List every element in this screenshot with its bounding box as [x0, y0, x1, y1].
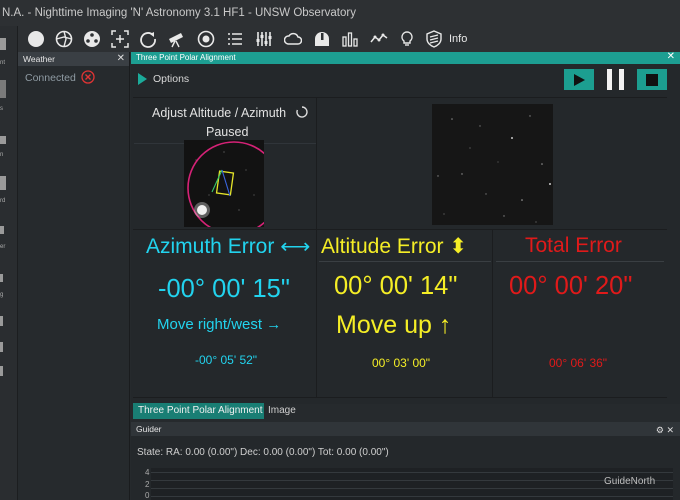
azimuth-error-title: Azimuth Error ⟷: [146, 235, 311, 258]
focuser-icon[interactable]: [82, 29, 102, 49]
weather-panel-title: Weather: [23, 54, 55, 64]
divider: [316, 98, 317, 397]
graph-y-tick: 4: [145, 468, 150, 477]
tab-three-point-polar-alignment[interactable]: Three Point Polar Alignment: [133, 403, 264, 419]
stop-button[interactable]: [637, 69, 667, 90]
flat-panel-icon[interactable]: [397, 29, 417, 49]
toolbar: [18, 26, 680, 52]
nav-icon[interactable]: [0, 136, 6, 144]
expand-options-icon[interactable]: [138, 73, 147, 85]
nav-icon[interactable]: [0, 342, 3, 352]
nav-icon[interactable]: [0, 274, 3, 282]
pause-icon: [607, 69, 624, 90]
sequencer-icon[interactable]: [225, 29, 245, 49]
azimuth-error-value: -00° 00' 15": [158, 275, 290, 303]
nav-label: rd: [0, 198, 6, 204]
altitude-total-error: 00° 03' 00": [372, 356, 431, 370]
nav-label: nt: [0, 60, 6, 66]
altitude-error-title: Altitude Error ⬍: [321, 235, 467, 258]
dome-icon[interactable]: [312, 29, 332, 49]
divider: [319, 261, 491, 262]
nav-label: n: [0, 152, 4, 158]
azimuth-total-error: -00° 05' 52": [195, 353, 258, 367]
guider-title: Guider: [136, 424, 162, 434]
nav-icon[interactable]: [0, 38, 6, 50]
guider-state: State: RA: 0.00 (0.00") Dec: 0.00 (0.00"…: [137, 447, 389, 458]
camera-icon[interactable]: [26, 29, 46, 49]
window-title: N.A. - Nighttime Imaging 'N' Astronomy 3…: [0, 0, 680, 26]
pause-button[interactable]: [601, 69, 631, 90]
weather-panel-header: Weather ✕: [18, 52, 129, 66]
guider-graph: [151, 468, 673, 500]
nav-icon[interactable]: [0, 366, 3, 376]
polar-alignment-header: Three Point Polar Alignment ✕: [131, 51, 680, 64]
divider: [133, 229, 667, 230]
weather-panel: Weather ✕ Connected: [18, 52, 130, 500]
alignment-thumbnail-image: [184, 140, 264, 227]
polar-alignment-panel: Three Point Polar Alignment ✕ Options: [131, 51, 680, 404]
nav-label: er: [0, 244, 6, 250]
nav-icon[interactable]: [0, 226, 4, 234]
settings-icon[interactable]: ⚙: [656, 425, 664, 435]
connection-status: Connected: [25, 72, 76, 84]
graph-y-tick: 0: [145, 491, 150, 500]
info-tab[interactable]: Info: [449, 33, 467, 45]
play-icon: [574, 73, 585, 86]
total-error-title: Total Error: [525, 234, 622, 257]
total-error-value: 00° 00' 20": [509, 272, 633, 300]
close-icon[interactable]: ✕: [666, 425, 674, 435]
graph-gridline: [151, 472, 673, 473]
nav-label: g: [0, 292, 4, 298]
close-icon[interactable]: ✕: [667, 51, 675, 63]
statistics-icon[interactable]: [340, 29, 360, 49]
guider-icon[interactable]: [196, 29, 216, 49]
guider-panel: Guider ⚙ ✕ State: RA: 0.00 (0.00") Dec: …: [131, 422, 680, 500]
telescope-icon[interactable]: [166, 29, 186, 49]
divider: [496, 261, 664, 262]
play-button[interactable]: [564, 69, 594, 90]
star-field-image: [432, 104, 553, 225]
equipment-icon[interactable]: [254, 29, 274, 49]
divider: [133, 97, 667, 98]
graph-y-tick: 2: [145, 480, 150, 489]
loading-spinner-icon: [296, 106, 308, 118]
nav-icon[interactable]: [0, 80, 6, 98]
safety-icon[interactable]: [424, 29, 444, 49]
nav-icon[interactable]: [0, 176, 6, 190]
altitude-move-direction: Move up ↑: [336, 311, 452, 339]
framing-icon[interactable]: [110, 29, 130, 49]
nav-icon[interactable]: [0, 316, 3, 326]
adjust-label: Adjust Altitude / Azimuth: [152, 106, 287, 120]
stop-icon: [646, 73, 658, 86]
app-window: N.A. - Nighttime Imaging 'N' Astronomy 3…: [0, 0, 680, 500]
nav-label: s: [0, 106, 3, 112]
polar-alignment-title: Three Point Polar Alignment: [136, 53, 236, 62]
left-navigation-strip: nt s n rd er g: [0, 26, 18, 500]
divider: [133, 397, 667, 398]
divider: [492, 230, 493, 397]
azimuth-move-direction: Move right/west →: [157, 316, 282, 333]
guider-header: Guider ⚙ ✕: [131, 422, 680, 436]
weather-icon[interactable]: [283, 29, 303, 49]
options-label[interactable]: Options: [153, 73, 189, 85]
guider-header-icons: ⚙ ✕: [656, 423, 674, 437]
graph-gridline: [151, 488, 673, 489]
total-error-detail: 00° 06' 36": [549, 356, 608, 370]
graph-gridline: [151, 480, 673, 481]
guide-direction-label: GuideNorth: [604, 476, 656, 487]
graph-icon[interactable]: [369, 29, 389, 49]
rotator-icon[interactable]: [138, 29, 158, 49]
altitude-error-value: 00° 00' 14": [334, 272, 458, 300]
alignment-status: Paused: [206, 125, 249, 139]
tab-image[interactable]: Image: [268, 403, 296, 419]
graph-gridline: [151, 496, 673, 497]
filter-wheel-icon[interactable]: [54, 29, 74, 49]
close-icon[interactable]: ✕: [117, 52, 125, 66]
disconnect-icon[interactable]: [81, 70, 95, 84]
